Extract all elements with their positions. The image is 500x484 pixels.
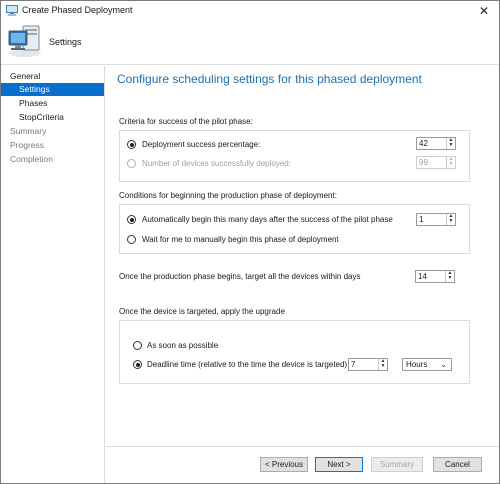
target-days-label: Once the production phase begins, target… (119, 272, 361, 281)
summary-button[interactable]: Summary (371, 457, 423, 472)
success-percentage-radio[interactable] (127, 140, 136, 149)
production-conditions-group: Automatically begin this many days after… (119, 204, 470, 254)
deadline-value-stepper[interactable]: 7 ▲ ▼ (348, 358, 388, 371)
asap-label: As soon as possible (147, 341, 219, 350)
pilot-criteria-heading: Criteria for success of the pilot phase: (119, 117, 253, 126)
deadline-label: Deadline time (relative to the time the … (147, 360, 348, 369)
wizard-footer: < Previous Next > Summary Cancel (106, 446, 499, 483)
deadline-unit-value: Hours (406, 360, 428, 369)
asap-radio[interactable] (133, 341, 142, 350)
computer-icon (6, 5, 18, 16)
cancel-button[interactable]: Cancel (433, 457, 482, 472)
next-button[interactable]: Next > (315, 457, 363, 472)
down-arrow-icon[interactable]: ▼ (379, 364, 387, 369)
target-days-value: 14 (418, 272, 427, 281)
title-bar: Create Phased Deployment ✕ (1, 1, 499, 21)
deadline-value: 7 (351, 360, 356, 369)
down-arrow-icon[interactable]: ▼ (446, 276, 454, 281)
previous-button[interactable]: < Previous (260, 457, 308, 472)
wizard-header: Settings (1, 21, 499, 65)
chevron-down-icon: ⌄ (440, 360, 447, 369)
sidebar-item-general[interactable]: General (1, 70, 104, 83)
manual-begin-label: Wait for me to manually begin this phase… (142, 235, 339, 244)
wizard-sidebar: General Settings Phases StopCriteria Sum… (1, 66, 105, 483)
deadline-unit-select[interactable]: Hours ⌄ (402, 358, 452, 371)
success-percentage-value: 42 (419, 139, 428, 148)
auto-begin-days-value: 1 (419, 215, 424, 224)
pilot-criteria-group: Deployment success percentage: 42 ▲ ▼ Nu… (119, 130, 470, 182)
auto-begin-days-stepper[interactable]: 1 ▲ ▼ (416, 213, 456, 226)
section-title: Configure scheduling settings for this p… (117, 72, 422, 86)
devices-deployed-label: Number of devices successfully deployed: (142, 159, 291, 168)
devices-deployed-value: 99 (419, 158, 428, 167)
success-percentage-stepper[interactable]: 42 ▲ ▼ (416, 137, 456, 150)
sidebar-item-summary[interactable]: Summary (1, 125, 104, 138)
sidebar-item-settings[interactable]: Settings (1, 83, 104, 96)
sidebar-item-completion[interactable]: Completion (1, 153, 104, 166)
wizard-window: Create Phased Deployment ✕ Settings Gene… (0, 0, 500, 484)
deadline-radio[interactable] (133, 360, 142, 369)
devices-deployed-stepper[interactable]: 99 ▲ ▼ (416, 156, 456, 169)
computer-wizard-icon (8, 25, 41, 57)
sidebar-item-stopcriteria[interactable]: StopCriteria (1, 111, 104, 124)
success-percentage-label: Deployment success percentage: (142, 140, 261, 149)
upgrade-group: As soon as possible Deadline time (relat… (119, 320, 470, 384)
production-conditions-heading: Conditions for beginning the production … (119, 191, 337, 200)
upgrade-heading: Once the device is targeted, apply the u… (119, 307, 285, 316)
close-button[interactable]: ✕ (469, 1, 499, 21)
down-arrow-icon[interactable]: ▼ (447, 143, 455, 148)
sidebar-item-progress[interactable]: Progress (1, 139, 104, 152)
sidebar-item-phases[interactable]: Phases (1, 97, 104, 110)
down-arrow-icon[interactable]: ▼ (447, 162, 455, 167)
devices-deployed-radio[interactable] (127, 159, 136, 168)
down-arrow-icon[interactable]: ▼ (447, 219, 455, 224)
page-title: Settings (49, 37, 82, 47)
auto-begin-radio[interactable] (127, 215, 136, 224)
settings-panel: Configure scheduling settings for this p… (106, 66, 499, 446)
target-days-stepper[interactable]: 14 ▲ ▼ (415, 270, 455, 283)
auto-begin-label: Automatically begin this many days after… (142, 215, 393, 224)
manual-begin-radio[interactable] (127, 235, 136, 244)
window-title: Create Phased Deployment (22, 5, 133, 15)
